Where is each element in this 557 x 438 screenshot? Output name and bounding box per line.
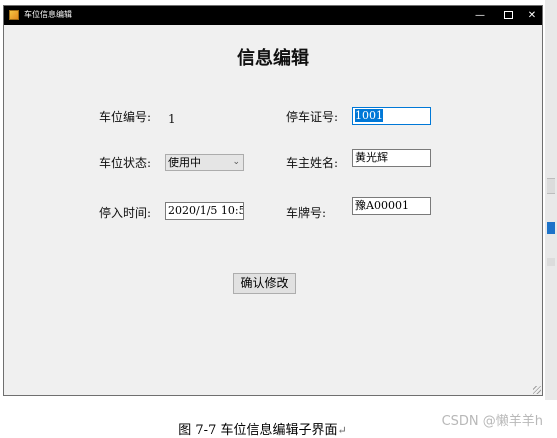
permit-no-label: 停车证号: (286, 110, 339, 124)
background-scroll-element (547, 258, 555, 266)
background-window-edge (545, 0, 557, 400)
form-heading: 信息编辑 (237, 48, 309, 69)
return-mark: ↵ (337, 424, 347, 437)
resize-grip[interactable] (533, 386, 541, 394)
background-scroll-element (547, 178, 555, 194)
background-selected-element (547, 222, 555, 234)
csdn-watermark: CSDN @懒羊羊h (441, 414, 543, 429)
chevron-down-icon: ⌄ (232, 157, 240, 167)
close-button[interactable]: ✕ (517, 6, 547, 25)
app-icon (9, 10, 19, 20)
entry-time-picker[interactable]: 2020/1/5 10:55 (165, 202, 244, 220)
entry-time-label: 停入时间: (99, 206, 152, 220)
permit-no-input[interactable]: 1001 (352, 107, 431, 125)
owner-name-input[interactable]: 黄光辉 (352, 149, 431, 167)
edit-window: 车位信息编辑 — ✕ 信息编辑 车位编号: 1 停车证号: 1001 车位状态:… (3, 5, 543, 396)
confirm-edit-button[interactable]: 确认修改 (233, 273, 296, 294)
plate-no-label: 车牌号: (286, 206, 327, 220)
plate-no-input[interactable]: 豫A00001 (352, 197, 431, 215)
status-selected-value: 使用中 (168, 156, 201, 169)
window-title: 车位信息编辑 (24, 10, 72, 19)
title-bar[interactable]: 车位信息编辑 — ✕ (4, 6, 542, 25)
status-label: 车位状态: (99, 156, 152, 170)
status-select[interactable]: 使用中 ⌄ (165, 154, 244, 171)
minimize-button[interactable]: — (465, 6, 495, 25)
space-no-label: 车位编号: (99, 110, 152, 124)
maximize-icon (503, 11, 513, 19)
owner-name-label: 车主姓名: (286, 156, 339, 170)
permit-no-selected-text: 1001 (355, 109, 383, 122)
space-no-value: 1 (168, 112, 176, 126)
